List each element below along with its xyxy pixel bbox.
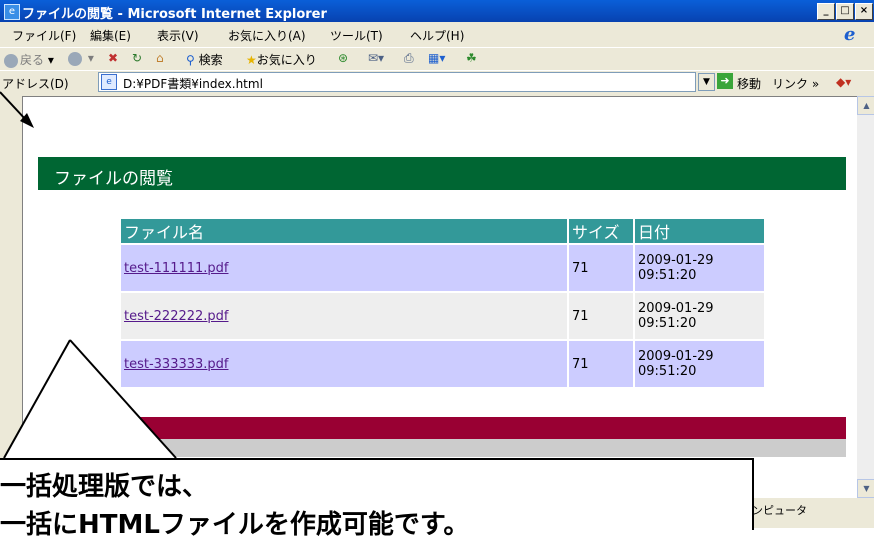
annotation-overlay xyxy=(0,91,177,459)
pointer-arrow-line xyxy=(0,91,28,122)
callout-tail xyxy=(4,340,176,458)
